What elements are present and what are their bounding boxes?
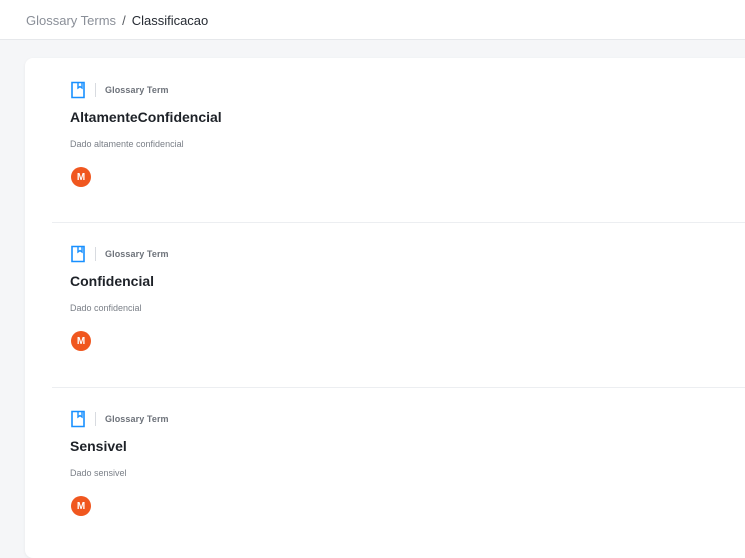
entity-type-label: Glossary Term <box>105 414 169 424</box>
result-item: Glossary Term Confidencial Dado confiden… <box>25 215 745 388</box>
term-title-link[interactable]: AltamenteConfidencial <box>70 109 222 125</box>
term-title-link[interactable]: Sensivel <box>70 438 127 454</box>
owner-avatar[interactable]: M <box>71 331 91 351</box>
term-title-link[interactable]: Confidencial <box>70 273 154 289</box>
glossary-term-icon <box>70 410 86 428</box>
breadcrumb-parent-link[interactable]: Glossary Terms <box>26 13 116 28</box>
entity-type-label: Glossary Term <box>105 85 169 95</box>
term-description: Dado confidencial <box>70 303 142 313</box>
term-description: Dado altamente confidencial <box>70 139 184 149</box>
type-divider <box>95 83 96 97</box>
breadcrumb-current: Classificacao <box>131 13 209 28</box>
result-item: Glossary Term AltamenteConfidencial Dado… <box>25 58 745 223</box>
entity-type-row: Glossary Term <box>70 245 169 263</box>
result-item: Glossary Term Sensivel Dado sensivel M <box>25 380 745 545</box>
breadcrumb: Glossary Terms / Classificacao <box>26 13 208 28</box>
results-card: Glossary Term AltamenteConfidencial Dado… <box>25 58 745 558</box>
breadcrumb-separator: / <box>122 13 126 28</box>
glossary-term-icon <box>70 245 86 263</box>
entity-type-label: Glossary Term <box>105 249 169 259</box>
term-description: Dado sensivel <box>70 468 127 478</box>
type-divider <box>95 247 96 261</box>
entity-type-row: Glossary Term <box>70 81 169 99</box>
owner-avatar[interactable]: M <box>71 167 91 187</box>
glossary-term-icon <box>70 81 86 99</box>
type-divider <box>95 412 96 426</box>
entity-type-row: Glossary Term <box>70 410 169 428</box>
owner-avatar[interactable]: M <box>71 496 91 516</box>
top-header: Glossary Terms / Classificacao <box>0 0 745 40</box>
